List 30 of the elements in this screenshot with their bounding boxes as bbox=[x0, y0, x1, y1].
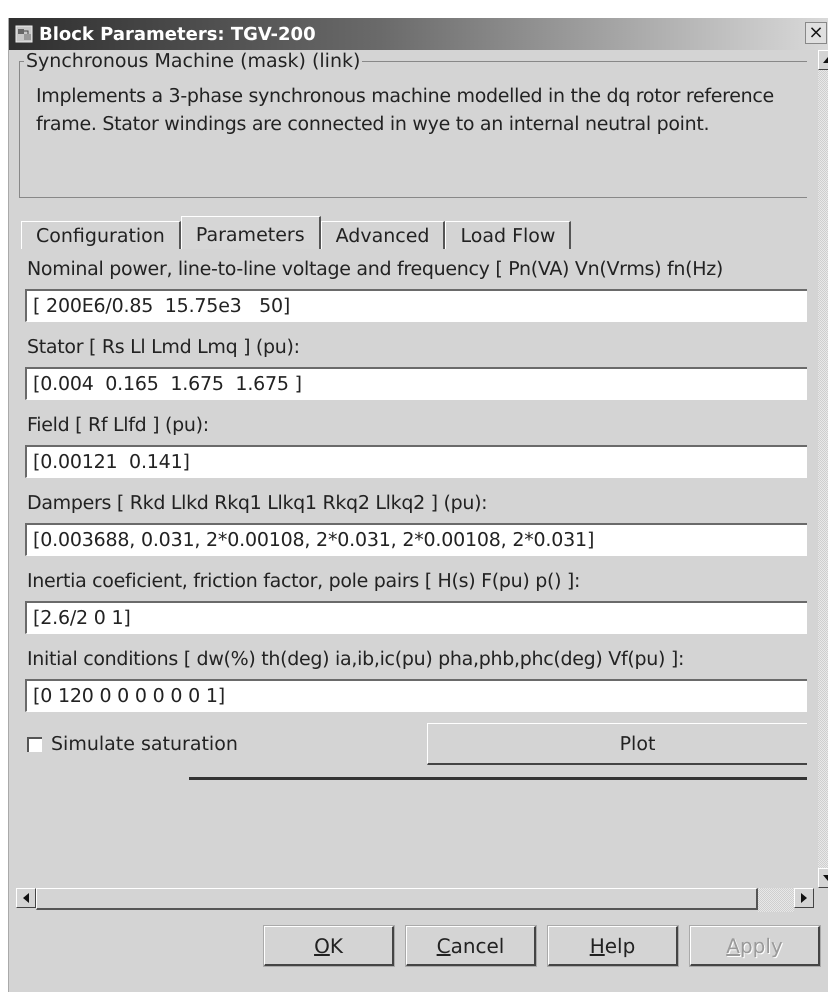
field-label: Inertia coeficient, friction factor, pole pairs [ H(s) F(pu) p() ]: bbox=[27, 569, 580, 593]
checkbox-label: Simulate saturation bbox=[51, 733, 238, 755]
tab[interactable]: Advanced bbox=[320, 221, 446, 249]
field-label: Initial conditions [ dw(%) th(deg) ia,ib,ic(pu) pha,phb,phc(deg) Vf(pu) ]: bbox=[27, 647, 684, 671]
dialog-button[interactable]: Cancel bbox=[406, 926, 536, 966]
scroll-right-icon[interactable] bbox=[794, 888, 814, 908]
input-field[interactable]: [0.00121 0.141] bbox=[25, 445, 807, 478]
input-field[interactable]: [2.6/2 0 1] bbox=[25, 601, 807, 634]
window-title: Block Parameters: TGV-200 bbox=[39, 24, 316, 44]
checkbox[interactable] bbox=[27, 736, 42, 752]
input-field[interactable]: [0.003688, 0.031, 2*0.00108, 2*0.031, 2*0.00108, 2*0.031] bbox=[25, 523, 807, 556]
close-button[interactable]: × bbox=[805, 22, 827, 44]
tab[interactable]: Parameters bbox=[180, 216, 321, 249]
dialog-button[interactable]: Help bbox=[548, 926, 678, 966]
field-label: Dampers [ Rkd Llkd Rkq1 Llkq1 Rkq2 Llkq2 ] (pu): bbox=[27, 491, 488, 515]
field-label: Nominal power, line-to-line voltage and frequency [ Pn(VA) Vn(Vrms) fn(Hz) bbox=[27, 257, 724, 281]
dialog-button[interactable]: OK bbox=[264, 926, 394, 966]
scroll-left-icon[interactable] bbox=[16, 888, 36, 908]
plot-button[interactable]: Plot bbox=[427, 723, 807, 765]
tab[interactable]: Configuration bbox=[21, 221, 181, 249]
description-text: Implements a 3-phase synchronous machine modelled in the dq rotor reference frame. Stator windings are connected in wye to an internal neutral point. bbox=[36, 84, 775, 137]
input-field[interactable]: [ 200E6/0.85 15.75e3 50] bbox=[25, 289, 807, 322]
input-field[interactable]: [0.004 0.165 1.675 1.675 ] bbox=[25, 367, 807, 400]
window-icon bbox=[15, 25, 33, 43]
field-label: Stator [ Rs Ll Lmd Lmq ] (pu): bbox=[27, 335, 300, 359]
tab[interactable]: Load Flow bbox=[445, 221, 572, 249]
input-field[interactable]: [0 120 0 0 0 0 0 0 1] bbox=[25, 679, 807, 712]
group-title: Synchronous Machine (mask) (link) bbox=[25, 50, 362, 72]
scrollbar-thumb[interactable] bbox=[36, 888, 758, 910]
field-label: Field [ Rf Llfd ] (pu): bbox=[27, 413, 209, 437]
